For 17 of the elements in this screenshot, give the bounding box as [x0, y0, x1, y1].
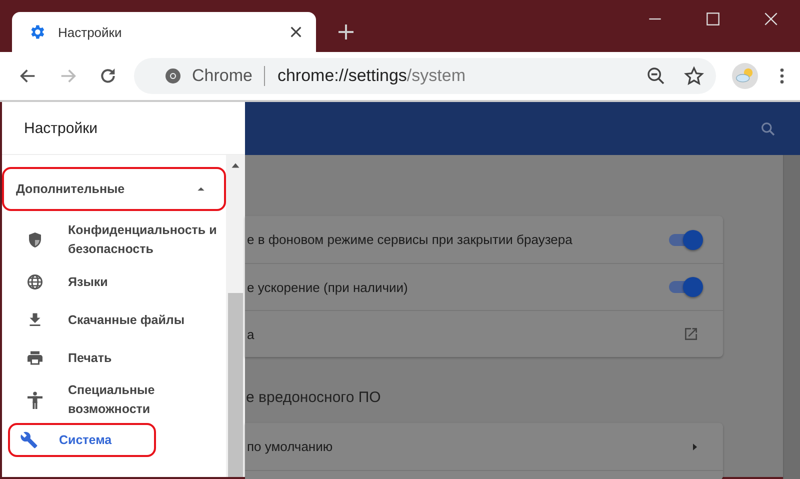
menu-item[interactable]: Языки [2, 263, 226, 301]
menu-item[interactable]: Конфиденциальность и безопасность [2, 217, 226, 263]
tab-title: Настройки [58, 24, 123, 40]
menu-item[interactable]: Специальные возможности [2, 377, 226, 423]
setting-label: а [247, 326, 254, 342]
url-text: chrome://settings/system [277, 66, 466, 86]
section-heading: е вредоносного ПО [246, 389, 382, 406]
menu-item[interactable]: Система [8, 423, 156, 457]
menu-item[interactable]: Скачанные файлы [2, 301, 226, 339]
setting-label: е ускорение (при наличии) [247, 280, 408, 294]
menu-item[interactable]: Печать [2, 339, 226, 377]
section-header[interactable]: Дополнительные [2, 167, 226, 211]
site-label: Chrome [192, 66, 252, 86]
address-bar[interactable]: Chrome chrome://settings/system [134, 58, 716, 94]
browser-tab[interactable]: Настройки [12, 12, 316, 52]
setting-label: по умолчанию [247, 439, 333, 454]
setting-label: е в фоновом режиме сервисы при закрытии браузера [247, 232, 572, 247]
